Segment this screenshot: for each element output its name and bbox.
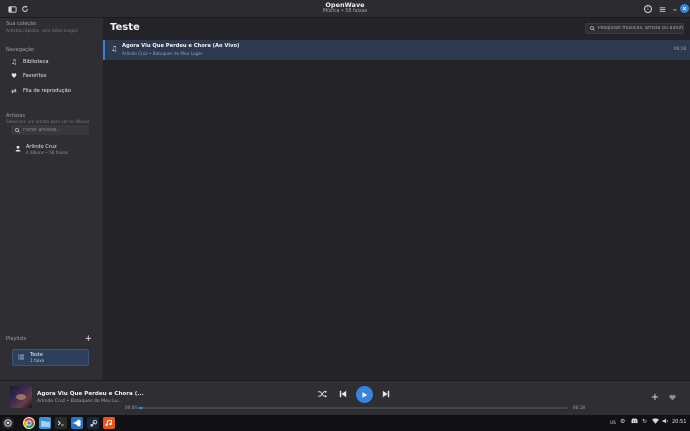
main-content: Teste ♫ Agora Viu Que Perdeu e Chora (Ao… (103, 18, 690, 380)
close-icon[interactable] (680, 4, 689, 13)
playlists-header: Playlists + (6, 334, 92, 344)
music-note-icon: ♫ (111, 45, 118, 53)
sidebar: Sua coleção Artistas rápidos, com listas… (0, 18, 103, 380)
vscode-icon[interactable] (71, 417, 83, 429)
search-input[interactable] (597, 26, 683, 31)
artist-filter-field[interactable] (11, 125, 89, 135)
heart-icon (668, 394, 676, 400)
track-duration: 06:18 (673, 46, 686, 51)
music-app-icon[interactable] (103, 417, 115, 429)
heart-icon: ♥ (11, 72, 17, 80)
minimize-icon[interactable] (670, 4, 679, 13)
play-icon (362, 391, 368, 398)
add-playlist-button[interactable]: + (84, 334, 92, 344)
artists-hint: Selecione um artista para ver os álbuns (6, 119, 90, 124)
favorite-button[interactable] (667, 392, 677, 402)
artist-filter-input[interactable] (23, 127, 87, 133)
playlist-icon (18, 354, 24, 362)
terminal-icon[interactable] (55, 417, 67, 429)
next-button[interactable] (380, 388, 392, 400)
playlist-item-teste[interactable]: Teste 1 faixa (12, 349, 89, 366)
menu-icon[interactable] (656, 3, 668, 15)
openwave-window: OpenWave Música • 58 faixas i Sua coleçã… (0, 0, 690, 415)
app-launcher-icon[interactable] (2, 417, 14, 429)
clock[interactable]: 20:51 (672, 419, 686, 425)
artist-item[interactable]: Arlindo Cruz 4 álbuns • 58 faixas (15, 144, 68, 155)
progress-bar[interactable] (138, 407, 568, 409)
page-title: Teste (110, 22, 140, 33)
nav-item-fila[interactable]: ⇄ Fila de reprodução (10, 85, 71, 97)
nav-item-label: Biblioteca (23, 59, 49, 65)
collection-label: Sua coleção (6, 21, 37, 27)
music-note-icon: ♫ (11, 58, 17, 66)
player-bar: Agora Viu Que Perdeu e Chora (... Arlind… (0, 380, 690, 415)
search-field[interactable] (585, 23, 684, 34)
nav-item-biblioteca[interactable]: ♫ Biblioteca (10, 56, 49, 68)
nav-item-label: Favoritos (23, 73, 47, 79)
now-playing-subtitle: Arlindo Cruz • Batuques do Meu Lu... (37, 399, 123, 404)
now-playing-title: Agora Viu Que Perdeu e Chora (... (37, 391, 144, 397)
system-taskbar: US ⚙ ↻ 20:51 (0, 415, 690, 431)
shuffle-icon (317, 390, 327, 398)
elapsed-time: 00:04 (125, 405, 138, 410)
add-to-playlist-button[interactable]: + (650, 392, 660, 403)
track-subtitle: Arlindo Cruz • Batuques do Meu Lugar (122, 51, 203, 56)
discord-tray-icon[interactable] (631, 418, 638, 426)
collection-hint: Artistas rápidos, com listas longas (6, 28, 78, 33)
total-time: 06:18 (573, 405, 586, 410)
nav-item-favoritos[interactable]: ♥ Favoritos (10, 70, 46, 82)
next-icon (382, 390, 390, 398)
playlists-label: Playlists (6, 336, 27, 342)
navigation-label: Navegação (6, 47, 34, 53)
person-icon (15, 145, 21, 155)
title-block: OpenWave Música • 58 faixas (0, 2, 690, 15)
album-cover[interactable] (10, 386, 32, 408)
app-subtitle: Música • 58 faixas (322, 9, 368, 14)
app-title: OpenWave (325, 1, 365, 9)
previous-icon (339, 390, 347, 398)
track-title: Agora Viu Que Perdeu e Chora (Ao Vivo) (122, 43, 240, 49)
files-icon[interactable] (39, 417, 51, 429)
search-icon (15, 127, 20, 133)
wifi-icon[interactable] (652, 418, 659, 426)
steam-icon[interactable] (87, 417, 99, 429)
update-tray-icon[interactable]: ↻ (642, 418, 647, 425)
queue-icon: ⇄ (11, 87, 17, 95)
playlist-count: 1 faixa (30, 358, 45, 363)
shuffle-button[interactable] (316, 388, 328, 400)
play-button[interactable] (356, 386, 373, 403)
volume-icon[interactable] (662, 418, 668, 426)
keyboard-layout-indicator[interactable]: US (610, 420, 616, 425)
info-icon[interactable]: i (644, 4, 652, 13)
progress-fill (138, 407, 143, 409)
nav-item-label: Fila de reprodução (23, 88, 71, 94)
chrome-icon[interactable] (23, 417, 35, 429)
header-bar: OpenWave Música • 58 faixas i (0, 0, 690, 18)
steam-tray-icon[interactable]: ⚙ (620, 418, 625, 425)
artist-meta: 4 álbuns • 58 faixas (26, 150, 69, 155)
search-icon (590, 26, 595, 31)
previous-button[interactable] (337, 388, 349, 400)
track-row[interactable]: ♫ Agora Viu Que Perdeu e Chora (Ao Vivo)… (103, 40, 690, 60)
